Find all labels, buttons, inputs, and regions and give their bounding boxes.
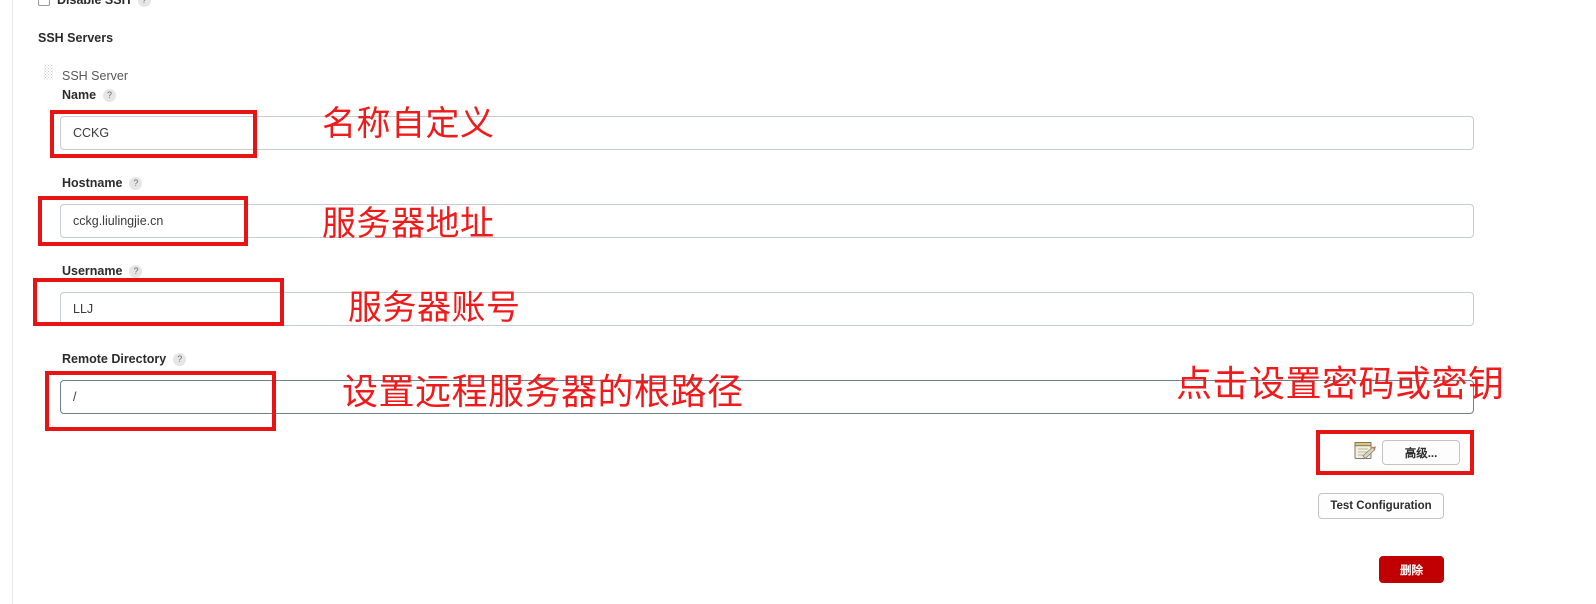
question-mark-icon[interactable]: ?	[103, 88, 117, 102]
annotation-text-remote-directory: 设置远程服务器的根路径	[342, 372, 744, 413]
drag-handle-icon[interactable]	[44, 64, 53, 80]
ssh-servers-settings-page: Disable SSH ? SSH Servers SSH Server Nam…	[0, 0, 1596, 604]
advanced-button[interactable]: 高级...	[1382, 440, 1460, 465]
annotation-text-hostname: 服务器地址	[322, 204, 495, 244]
name-input[interactable]	[60, 116, 1474, 150]
name-label-text: Name	[62, 88, 97, 102]
annotation-text-username: 服务器账号	[348, 288, 521, 328]
notepad-pencil-icon[interactable]	[1354, 440, 1378, 462]
username-label: Username ?	[62, 264, 143, 278]
ssh-server-entry-label: SSH Server	[62, 69, 128, 83]
question-mark-icon[interactable]: ?	[129, 176, 143, 190]
test-configuration-button[interactable]: Test Configuration	[1318, 493, 1444, 519]
username-input[interactable]	[60, 292, 1474, 326]
hostname-input[interactable]	[60, 204, 1474, 238]
question-mark-icon[interactable]: ?	[137, 0, 151, 7]
section-title: SSH Servers	[38, 31, 114, 45]
disable-ssh-checkbox[interactable]	[38, 0, 50, 6]
panel-left-divider	[12, 0, 13, 604]
annotation-text-advanced: 点击设置密码或密钥	[1176, 364, 1505, 405]
username-label-text: Username	[62, 264, 123, 278]
hostname-label: Hostname ?	[62, 176, 143, 190]
question-mark-icon[interactable]: ?	[129, 264, 143, 278]
remote-directory-label: Remote Directory ?	[62, 352, 187, 366]
question-mark-icon[interactable]: ?	[173, 352, 187, 366]
annotation-text-name: 名称自定义	[322, 104, 495, 144]
hostname-label-text: Hostname	[62, 176, 123, 190]
delete-button[interactable]: 删除	[1379, 556, 1444, 583]
remote-directory-label-text: Remote Directory	[62, 352, 167, 366]
disable-ssh-label: Disable SSH	[57, 0, 131, 7]
disable-ssh-row[interactable]: Disable SSH ?	[38, 0, 151, 8]
name-label: Name ?	[62, 88, 117, 102]
